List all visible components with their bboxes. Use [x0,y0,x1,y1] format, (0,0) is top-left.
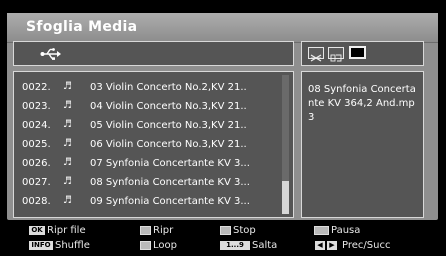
item-name: 03 Violin Concerto No.2,KV 21.. [90,82,247,93]
legend-label: Pausa [331,225,361,236]
page-title: Sfoglia Media [26,19,138,35]
key-legend: OK Ripr file INFO Shuffle Ripr Loop Stop 1… [0,222,446,256]
music-note-icon: ♬ [63,100,72,111]
list-item[interactable]: 0023. ♬ 04 Violin Concerto No.3,KV 21.. [14,98,284,116]
file-info-panel: 08 Synfonia Concertante KV 364,2 And.mp3 [301,71,424,218]
item-name: 04 Violin Concerto No.3,KV 21.. [90,101,247,112]
music-note-icon: ♬ [63,119,72,130]
legend-label: Prec/Succ [342,240,391,251]
list-item[interactable]: 0025. ♬ 06 Violin Concerto No.3,KV 21.. [14,136,284,154]
item-name: 09 Synfonia Concertante KV 3... [90,196,250,207]
legend-pausa: Pausa [314,225,360,238]
legend-loop: Loop [140,240,177,253]
item-index: 0026. [22,158,51,169]
ok-key: OK [29,226,45,235]
legend-label: Loop [153,240,177,251]
legend-stop: Stop [220,225,256,238]
legend-label: Ripr [153,225,174,236]
item-name: 08 Synfonia Concertante KV 3... [90,177,250,188]
view-mode-bar [301,41,424,66]
legend-prec-succ: ◀ ▶ Prec/Succ [314,240,390,253]
list-scrollbar[interactable] [282,75,289,214]
legend-label: Shuffle [55,240,90,251]
thumbnail-view-icon[interactable] [328,47,344,62]
source-bar[interactable] [13,41,294,66]
item-index: 0024. [22,120,51,131]
list-item[interactable]: 0024. ♬ 05 Violin Concerto No.3,KV 21.. [14,117,284,135]
scrollbar-thumb[interactable] [282,181,289,214]
number-keys-icon: 1...9 [220,241,250,250]
item-index: 0022. [22,82,51,93]
title-bar: Sfoglia Media [7,13,438,43]
list-item[interactable]: 0027. ♬ 08 Synfonia Concertante KV 3... [14,174,284,192]
left-right-keys-icon: ◀ ▶ [314,241,340,250]
item-index: 0023. [22,101,51,112]
music-note-icon: ♬ [63,195,72,206]
yellow-key-icon [220,226,231,235]
usb-icon [40,48,61,60]
right-arrow-icon: ▶ [327,241,337,250]
blue-key-icon [314,226,329,235]
list-view-icon[interactable] [308,47,324,62]
item-name: 05 Violin Concerto No.3,KV 21.. [90,120,247,131]
legend-label: Ripr file [47,225,86,236]
file-list: 0022. ♬ 03 Violin Concerto No.2,KV 21.. … [13,71,294,218]
music-note-icon: ♬ [63,176,72,187]
item-name: 06 Violin Concerto No.3,KV 21.. [90,139,247,150]
legend-salta: 1...9 Salta [220,240,277,253]
green-key-icon [140,241,151,250]
item-name: 07 Synfonia Concertante KV 3... [90,158,250,169]
list-item[interactable]: 0028. ♬ 09 Synfonia Concertante KV 3... [14,193,284,211]
list-item[interactable]: 0022. ♬ 03 Violin Concerto No.2,KV 21.. [14,79,284,97]
legend-label: Salta [252,240,278,251]
red-key-icon [140,226,151,235]
music-note-icon: ♬ [63,138,72,149]
item-index: 0027. [22,177,51,188]
music-note-icon: ♬ [63,157,72,168]
selected-filename: 08 Synfonia Concertante KV 364,2 And.mp3 [308,84,416,123]
legend-label: Stop [233,225,256,236]
media-browser-screen: Sfoglia Media 0022. ♬ 03 Violin Concerto… [0,0,446,256]
legend-ripr-file: OK Ripr file [29,225,86,238]
item-index: 0025. [22,139,51,150]
info-key: INFO [29,241,53,250]
item-index: 0028. [22,196,51,207]
legend-ripr: Ripr [140,225,173,238]
music-note-icon: ♬ [63,81,72,92]
list-item[interactable]: 0026. ♬ 07 Synfonia Concertante KV 3... [14,155,284,173]
left-arrow-icon: ◀ [315,241,325,250]
black-screen-icon[interactable] [349,46,366,59]
legend-shuffle: INFO Shuffle [29,240,90,253]
